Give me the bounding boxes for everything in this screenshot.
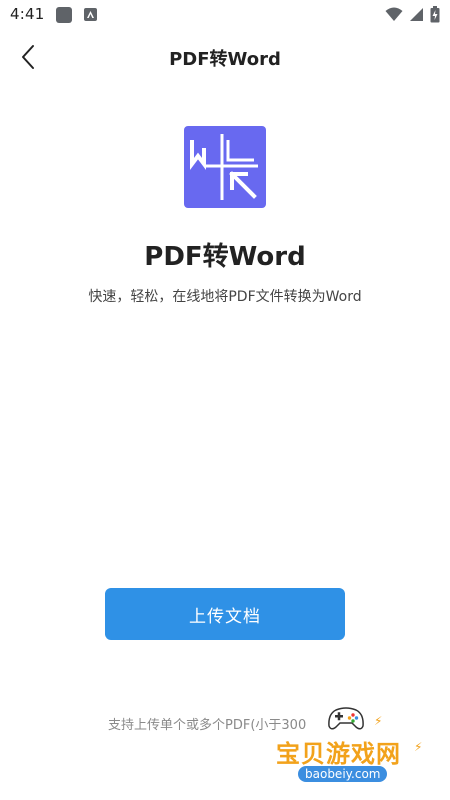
signal-icon <box>409 7 424 26</box>
app-notification-icon <box>84 8 97 21</box>
pdf-to-word-logo-icon <box>184 126 266 208</box>
status-time: 4:41 <box>10 5 45 23</box>
upload-document-button[interactable]: 上传文档 <box>105 588 345 640</box>
page-title: PDF转Word <box>169 49 281 70</box>
hero-description: 快速，轻松，在线地将PDF文件转换为Word <box>88 289 362 305</box>
sparkle-icon: ⚡ <box>374 714 383 728</box>
sparkle-icon: ⚡ <box>414 740 423 754</box>
battery-icon <box>430 5 440 27</box>
watermark-brand: 宝贝游戏网 <box>276 740 401 768</box>
watermark: ⚡ ⚡ 宝贝游戏网 baobeiy.com <box>264 704 444 790</box>
app-header: PDF转Word <box>0 32 450 82</box>
wifi-icon <box>385 7 403 26</box>
game-controller-icon <box>328 707 364 730</box>
status-indicators <box>385 5 440 27</box>
hero-title: PDF转Word <box>144 242 306 272</box>
watermark-url: baobeiy.com <box>298 766 388 782</box>
notification-icon <box>56 7 72 23</box>
status-bar: 4:41 <box>0 0 450 32</box>
